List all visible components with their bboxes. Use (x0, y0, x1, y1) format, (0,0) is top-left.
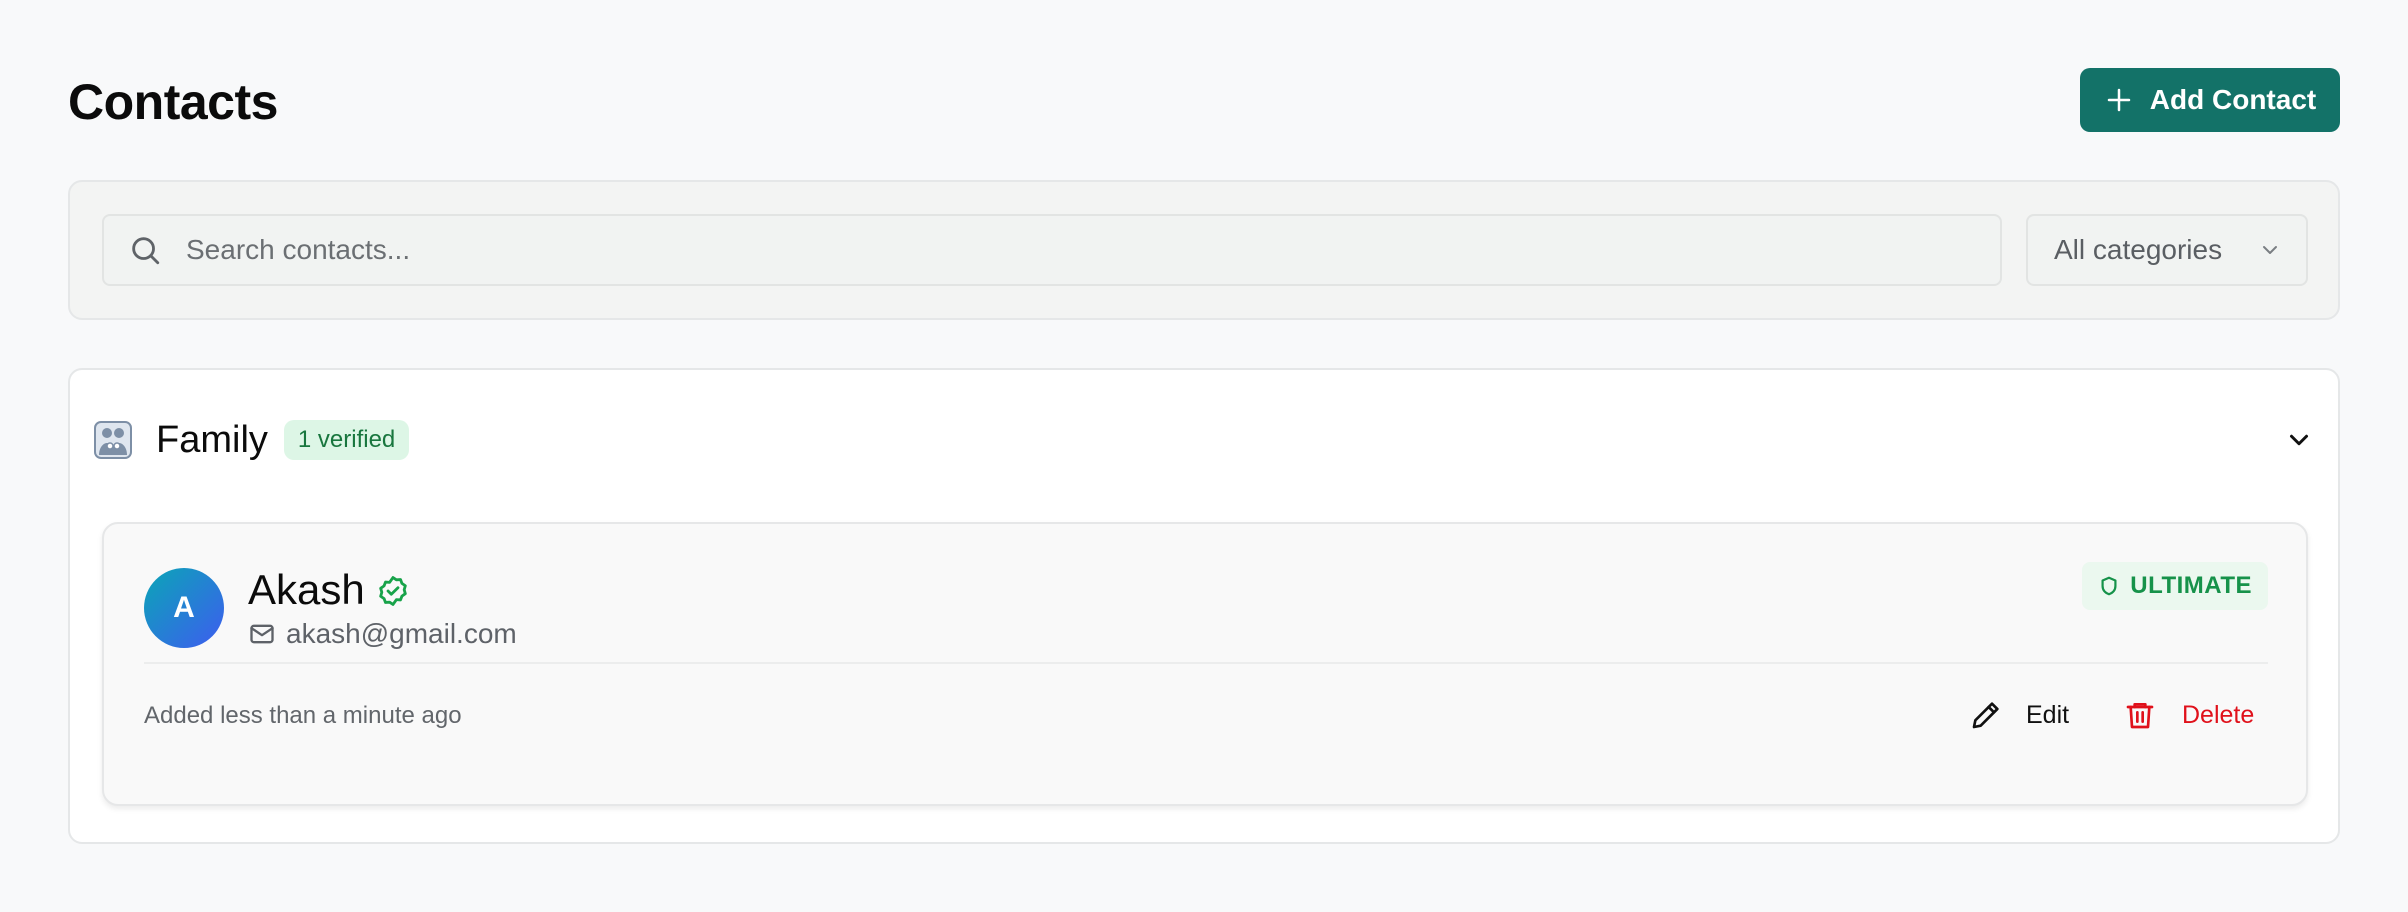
category-select-value: All categories (2054, 234, 2223, 265)
page-title: Contacts (68, 74, 278, 130)
search-field[interactable] (102, 214, 2002, 286)
contact-group-family: Family 1 verified A Akash akash@gmail.co… (68, 368, 2340, 844)
plus-icon (2104, 85, 2134, 115)
search-input[interactable] (184, 233, 2000, 267)
contact-name: Akash (248, 566, 365, 613)
contact-card: A Akash akash@gmail.com ULTIMATE Added l… (102, 522, 2308, 806)
email-row: akash@gmail.com (248, 618, 517, 650)
group-name: Family (156, 418, 268, 461)
family-icon (94, 421, 132, 459)
edit-button[interactable]: Edit (1964, 690, 2075, 740)
pencil-icon (1970, 699, 2002, 731)
shield-icon (2098, 575, 2120, 597)
add-contact-label: Add Contact (2149, 84, 2317, 115)
delete-label: Delete (2182, 700, 2255, 729)
verified-count-badge: 1 verified (283, 420, 410, 460)
delete-button[interactable]: Delete (2118, 690, 2260, 740)
chevron-down-icon[interactable] (2284, 425, 2314, 455)
mail-icon (248, 620, 276, 648)
added-timestamp: Added less than a minute ago (144, 702, 462, 729)
trash-icon (2124, 699, 2156, 731)
category-select[interactable]: All categories (2026, 214, 2308, 286)
verified-check-icon (376, 574, 410, 608)
edit-label: Edit (2026, 700, 2070, 729)
chevron-down-icon (2258, 238, 2282, 262)
tier-badge: ULTIMATE (2082, 562, 2268, 610)
search-icon (128, 233, 162, 267)
contact-email: akash@gmail.com (286, 618, 517, 649)
filter-bar: All categories (68, 180, 2340, 320)
add-contact-button[interactable]: Add Contact (2080, 68, 2340, 132)
group-header[interactable]: Family 1 verified (94, 410, 2314, 470)
divider (144, 662, 2268, 664)
avatar: A (144, 568, 224, 648)
tier-label: ULTIMATE (2130, 572, 2252, 599)
